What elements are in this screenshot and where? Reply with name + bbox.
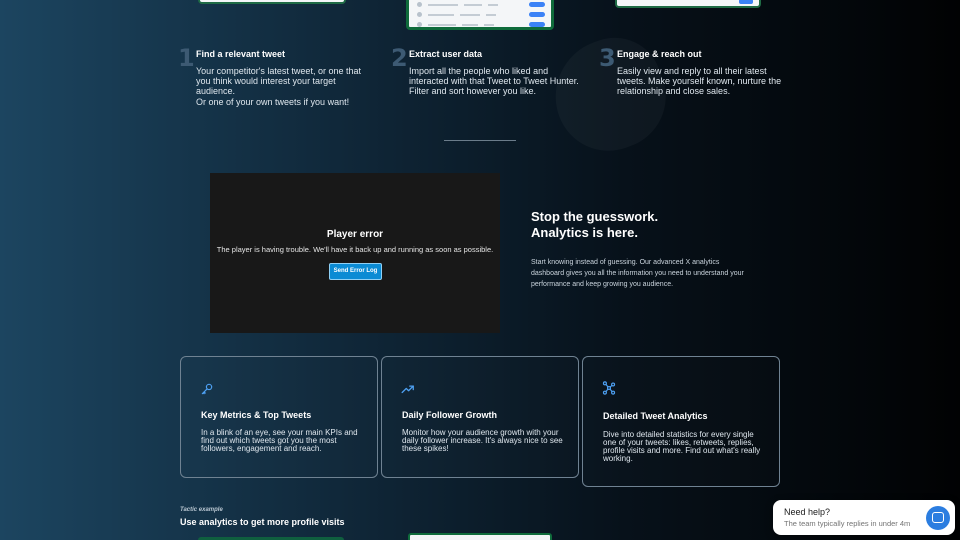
- player-error-message: The player is having trouble. We'll have…: [216, 245, 494, 254]
- step-title: Find a relevant tweet: [196, 49, 286, 59]
- key-icon: [201, 383, 213, 395]
- network-icon: [602, 381, 616, 395]
- section-divider: [444, 140, 516, 141]
- step-3-screenshot: [615, 0, 761, 8]
- step-number: 3: [599, 44, 616, 72]
- hero-heading-line-1: Stop the guesswork.: [531, 209, 659, 224]
- trending-up-icon: [401, 385, 414, 394]
- tactic-label: Tactic example: [180, 507, 223, 513]
- step-number: 1: [178, 44, 195, 72]
- hero-paragraph: Start knowing instead of guessing. Our a…: [531, 259, 744, 288]
- feature-card-tweet-analytics: Detailed Tweet Analytics Dive into detai…: [582, 356, 780, 487]
- feature-card-follower-growth: Daily Follower Growth Monitor how your a…: [381, 356, 579, 478]
- hero-heading-line-2: Analytics is here.: [531, 225, 638, 240]
- help-title: Need help?: [784, 507, 831, 517]
- step-number: 2: [391, 44, 408, 72]
- analytics-hero: Stop the guesswork. Analytics is here. S…: [531, 209, 771, 290]
- card-title: Daily Follower Growth: [402, 410, 498, 420]
- tactic-title: Use analytics to get more profile visits: [180, 517, 345, 527]
- chat-icon: [932, 512, 944, 523]
- player-error-title: Player error: [326, 229, 384, 240]
- step-description: Import all the people who liked and inte…: [409, 66, 579, 96]
- send-error-log-button[interactable]: Send Error Log: [329, 263, 382, 280]
- step-title: Engage & reach out: [617, 49, 702, 59]
- card-description: Monitor how your audience growth with yo…: [402, 428, 563, 453]
- help-subtitle: The team typically replies in under 4m: [784, 519, 911, 528]
- hero-heading: Stop the guesswork. Analytics is here.: [531, 209, 771, 241]
- step-description: Easily view and reply to all their lates…: [617, 66, 782, 96]
- card-title: Key Metrics & Top Tweets: [201, 410, 312, 420]
- card-description: In a blink of an eye, see your main KPIs…: [201, 428, 358, 453]
- card-description: Dive into detailed statistics for every …: [603, 430, 761, 463]
- tactic-screenshot-center: [408, 533, 552, 540]
- video-player[interactable]: Player error The player is having troubl…: [210, 173, 500, 333]
- step-title: Extract user data: [409, 49, 483, 59]
- feature-card-key-metrics: Key Metrics & Top Tweets In a blink of a…: [180, 356, 378, 478]
- step-description: Your competitor's latest tweet, or one t…: [196, 66, 361, 96]
- step-2-screenshot: [406, 0, 554, 30]
- chat-launcher-button[interactable]: [926, 506, 950, 530]
- card-title: Detailed Tweet Analytics: [603, 411, 708, 421]
- step-extra: Or one of your own tweets if you want!: [196, 97, 350, 107]
- step-1-screenshot: [198, 0, 346, 4]
